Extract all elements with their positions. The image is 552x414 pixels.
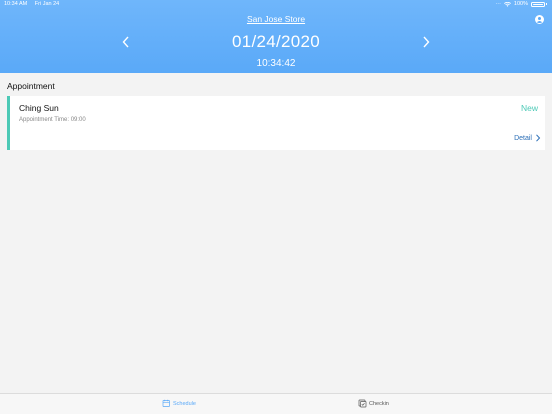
detail-label: Detail: [514, 134, 532, 142]
schedule-icon: [162, 399, 170, 407]
battery-percent: 100%: [513, 1, 528, 7]
status-left: 10:34 AM Fri Jan 24: [4, 1, 65, 7]
store-name-link[interactable]: San Jose Store: [0, 14, 552, 24]
appointment-time: Appointment Time: 09:00: [19, 117, 86, 123]
status-badge: New: [520, 103, 538, 113]
status-time: 10:34 AM: [4, 1, 28, 7]
date-navigator: 01/24/2020: [0, 31, 552, 55]
tab-bar: Schedule Checkin: [0, 393, 552, 414]
appointment-card[interactable]: Ching Sun New Appointment Time: 09:00 De…: [7, 96, 545, 150]
battery-icon: [531, 1, 545, 7]
current-date: 01/24/2020: [231, 32, 321, 51]
detail-link[interactable]: Detail: [514, 134, 541, 142]
app-screen: 10:34 AM Fri Jan 24 ··· 100% San Jose St…: [0, 0, 552, 414]
profile-icon[interactable]: [535, 15, 544, 24]
tab-checkin[interactable]: Checkin: [358, 399, 389, 408]
battery-tip: [546, 3, 547, 5]
section-title: Appointment: [7, 81, 55, 91]
current-time: 10:34:42: [256, 58, 296, 69]
checkin-icon: [358, 399, 367, 408]
chevron-right-icon[interactable]: [421, 36, 431, 48]
chevron-right-icon: [536, 134, 541, 142]
status-right: ··· 100%: [495, 1, 547, 7]
tab-checkin-label: Checkin: [369, 400, 389, 407]
customer-name: Ching Sun: [19, 103, 59, 113]
status-date: Fri Jan 24: [34, 1, 60, 7]
header: 10:34 AM Fri Jan 24 ··· 100% San Jose St…: [0, 0, 552, 73]
more-dots-icon: ···: [495, 1, 501, 7]
wifi-icon: [503, 1, 511, 7]
status-bar: 10:34 AM Fri Jan 24 ··· 100%: [0, 0, 552, 10]
tab-schedule[interactable]: Schedule: [162, 399, 196, 408]
tab-schedule-label: Schedule: [173, 400, 196, 407]
